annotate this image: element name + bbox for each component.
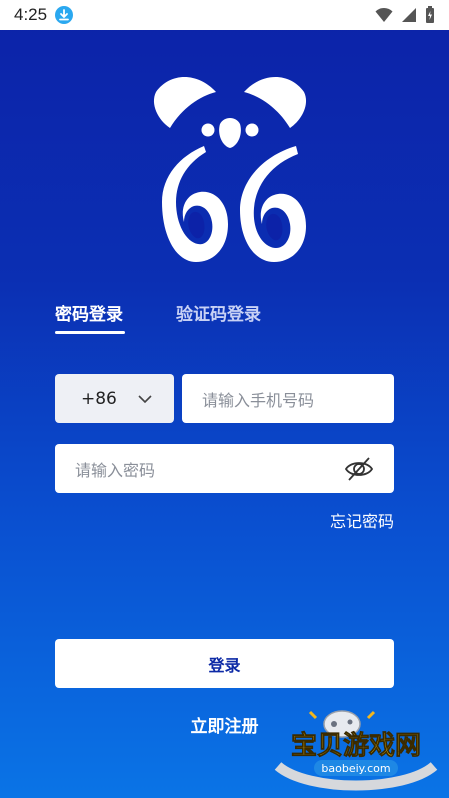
login-screen: 4:25 密码登录 验证码登录 +86 请输入手机号码 请输入密码 忘记密码 登… bbox=[0, 0, 449, 798]
battery-icon bbox=[426, 6, 434, 23]
status-bar: 4:25 bbox=[0, 0, 449, 30]
password-placeholder: 请输入密码 bbox=[75, 460, 156, 480]
eye-slash-icon[interactable] bbox=[344, 456, 374, 482]
cell-signal-icon bbox=[402, 8, 416, 22]
tab-password-login[interactable]: 密码登录 bbox=[55, 300, 123, 325]
active-tab-indicator bbox=[55, 331, 125, 334]
watermark-title: 宝贝游戏网 bbox=[291, 730, 421, 761]
watermark-url: baobeiy.com bbox=[321, 762, 390, 775]
koala-66-logo bbox=[153, 77, 307, 262]
status-time: 4:25 bbox=[14, 5, 48, 24]
country-code-select[interactable]: +86 bbox=[55, 374, 174, 423]
forgot-password-link[interactable]: 忘记密码 bbox=[330, 508, 394, 532]
wifi-icon bbox=[375, 7, 393, 22]
country-code-value: +86 bbox=[81, 388, 117, 409]
download-icon bbox=[55, 6, 74, 24]
baobei-watermark-logo: 宝贝游戏网 baobeiy.com bbox=[274, 710, 438, 791]
password-input[interactable]: 请输入密码 bbox=[55, 444, 394, 493]
login-button-label: 登录 bbox=[208, 655, 241, 675]
chevron-down-icon bbox=[138, 394, 152, 403]
phone-placeholder: 请输入手机号码 bbox=[202, 390, 315, 410]
login-button[interactable]: 登录 bbox=[55, 639, 394, 688]
tab-code-login[interactable]: 验证码登录 bbox=[176, 300, 261, 325]
phone-input[interactable]: 请输入手机号码 bbox=[182, 374, 394, 423]
